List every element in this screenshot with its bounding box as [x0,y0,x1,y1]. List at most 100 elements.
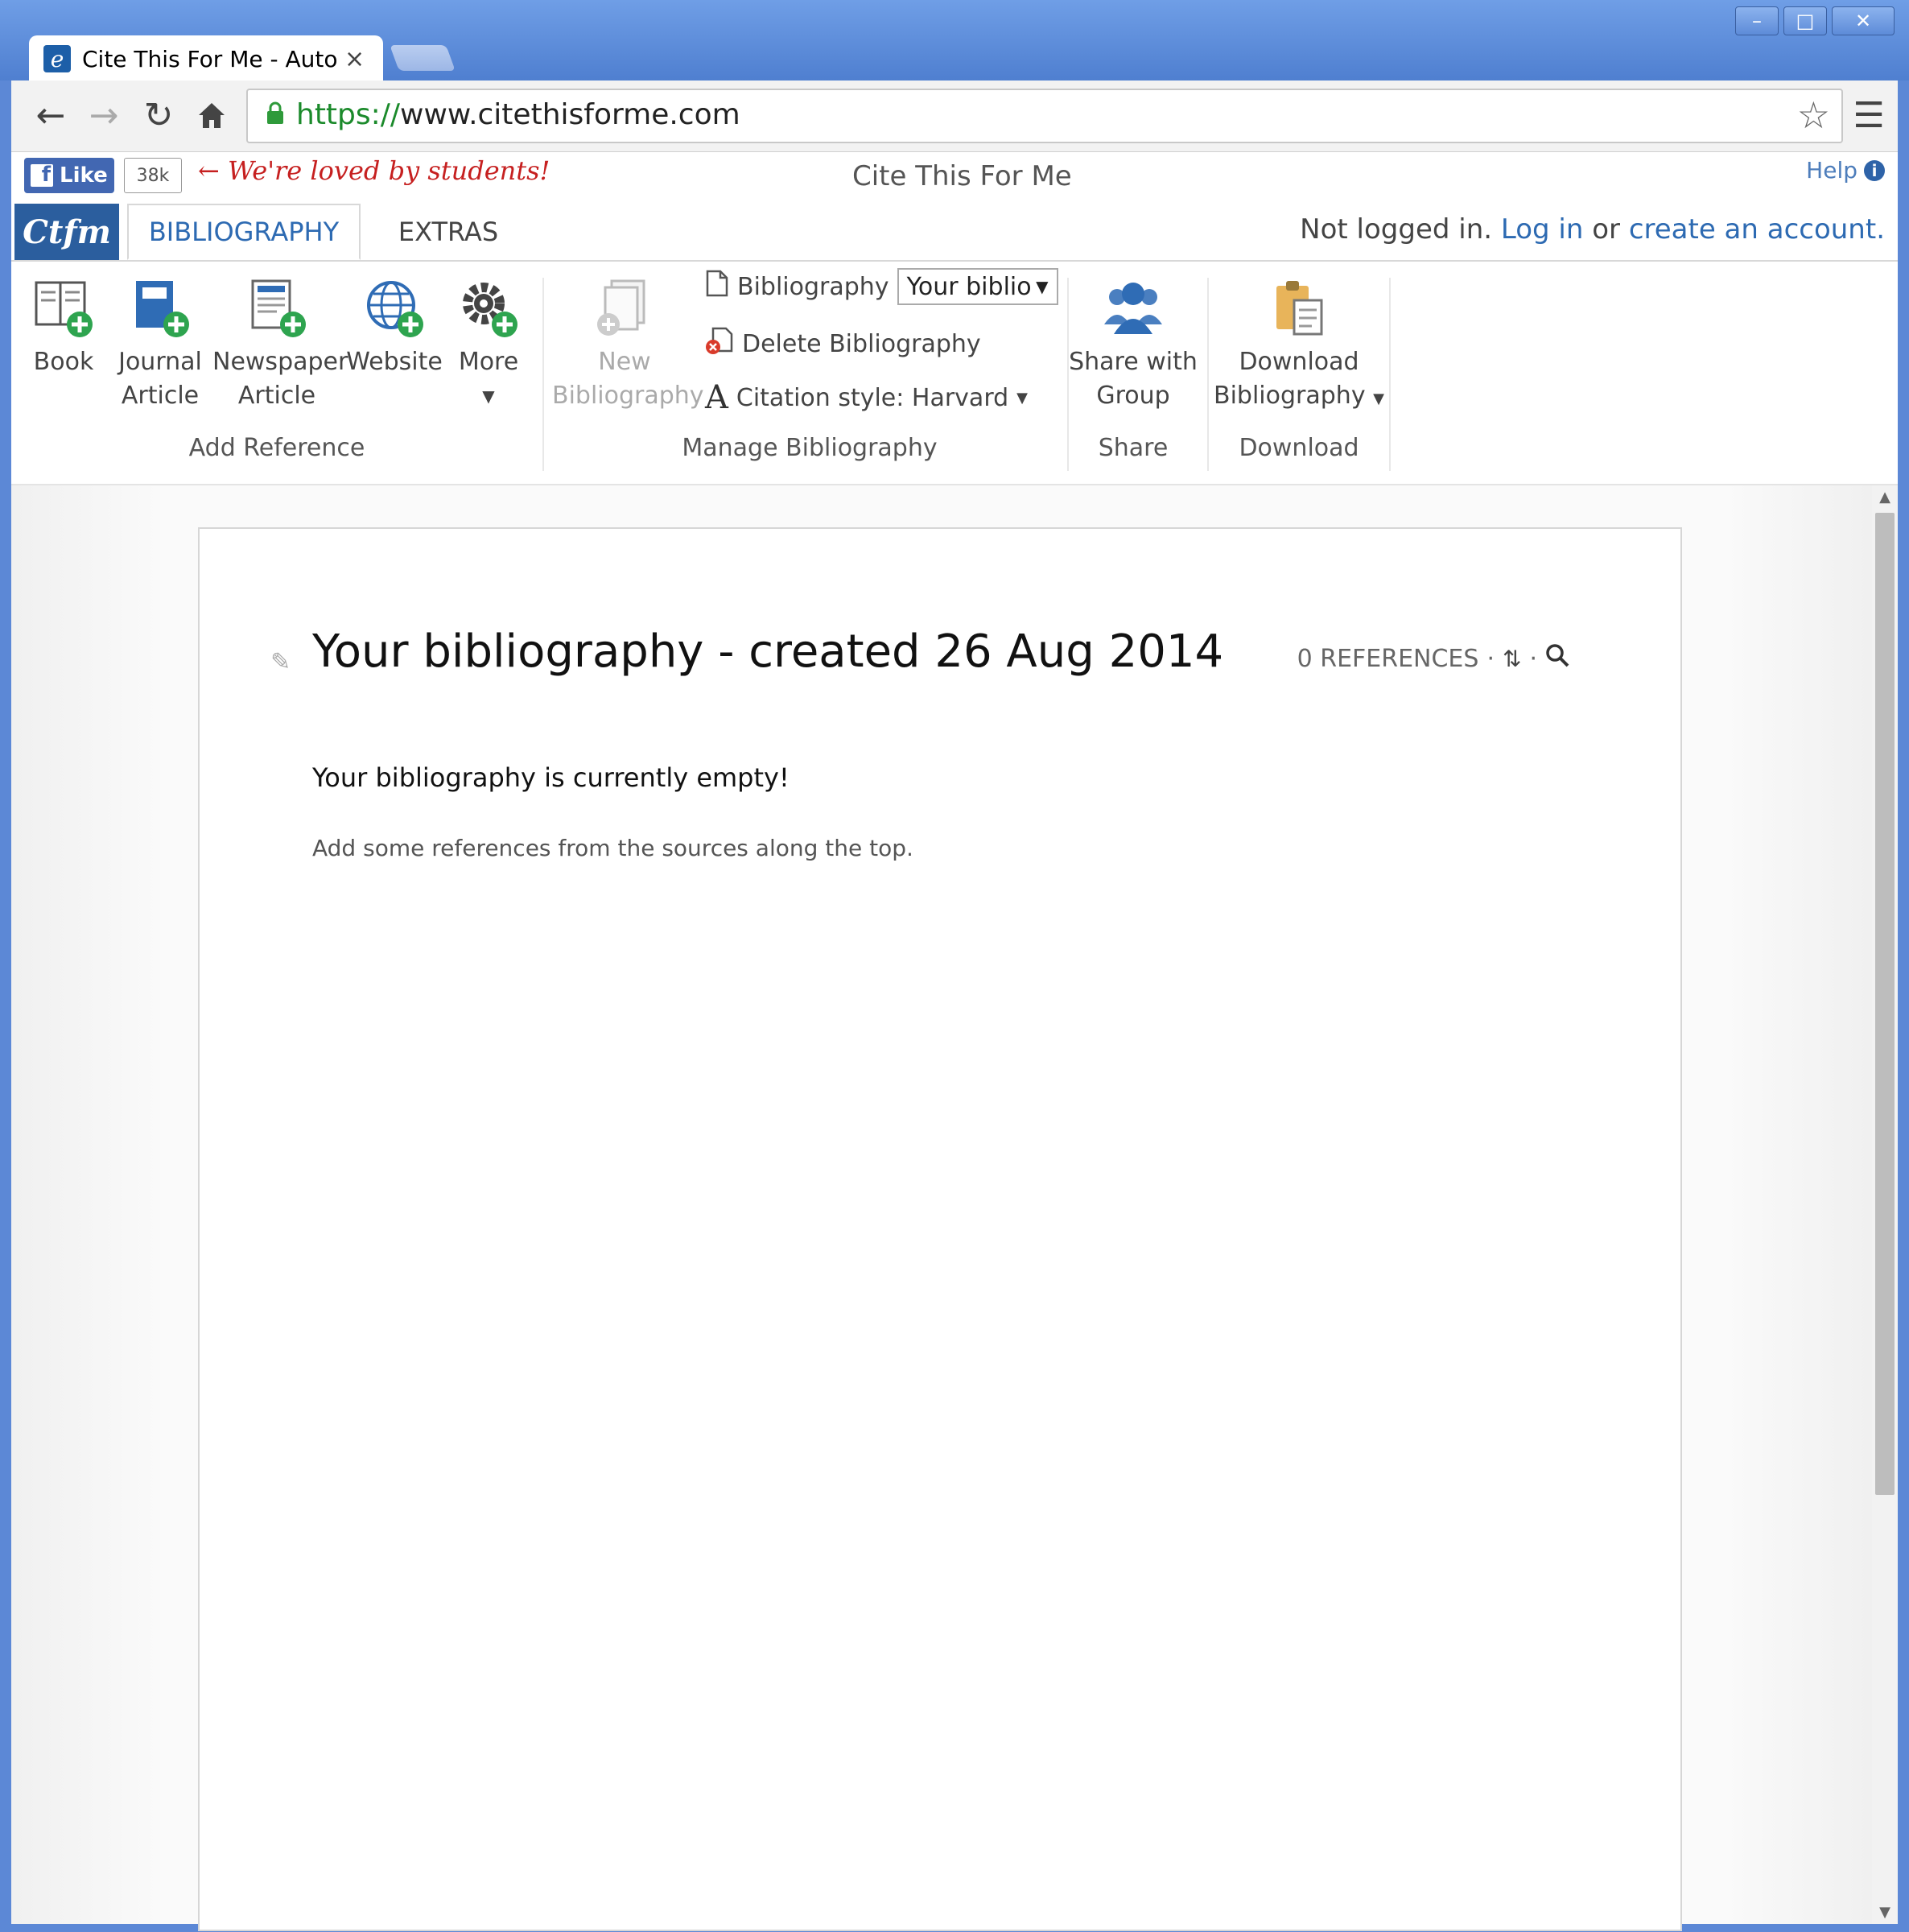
tab-extras[interactable]: EXTRAS [372,204,525,260]
facebook-like-label: Like [60,163,108,188]
lock-icon [266,101,285,126]
chevron-down-icon: ▼ [1036,277,1049,296]
login-status: Not logged in. Log in or create an accou… [1300,213,1885,246]
dot-separator: · [1486,644,1495,673]
facebook-icon: f [31,163,53,187]
ctfm-logo[interactable]: Ctfm [14,204,119,260]
bibliography-label: Bibliography [737,272,889,301]
group-separator [1207,278,1209,471]
window-frame-right [1898,80,1909,1932]
book-add-icon [31,276,96,341]
site-page: f Like 38k ← We're loved by students! Ci… [11,152,1898,1931]
bibliography-select[interactable]: Your biblio ▼ [897,268,1058,305]
new-tab-button[interactable] [390,45,456,71]
close-window-button[interactable]: ✕ [1832,6,1895,35]
delete-bibliography-button[interactable]: Delete Bibliography [705,326,981,361]
group-label-add-reference: Add Reference [188,434,365,462]
scroll-down-icon[interactable]: ▼ [1872,1904,1898,1921]
new-bibliography-label-line1: New [598,348,651,376]
add-journal-article-button[interactable]: Journal Article [118,276,203,413]
more-caret-icon: ▼ [482,386,495,406]
back-icon[interactable]: ← [27,92,74,138]
book-label: Book [33,348,94,376]
dot-separator: · [1529,644,1537,673]
facebook-like-button[interactable]: f Like [24,158,114,193]
tab-title: Cite This For Me - Automä [82,45,340,72]
maximize-button[interactable]: □ [1783,6,1827,35]
info-icon: i [1864,159,1885,181]
minimize-button[interactable]: – [1735,6,1779,35]
group-icon [1101,276,1165,341]
tab-close-button[interactable]: × [344,45,365,73]
newspaper-label-line1: Newspaper [212,348,348,376]
window-frame-left [0,80,11,1932]
group-separator [1389,278,1391,471]
share-with-group-button[interactable]: Share with Group [1069,276,1198,413]
facebook-like-count: 38k [124,158,182,193]
bookmark-star-icon[interactable]: ☆ [1797,93,1830,137]
delete-document-icon [705,326,734,361]
add-more-button[interactable]: More ▼ [451,276,526,413]
citation-style-button[interactable]: A Citation style: Harvard ▼ [705,379,1028,416]
journal-label-line2: Article [121,382,200,410]
website-label: Website [346,348,443,376]
pencil-edit-icon[interactable]: ✎ [270,648,291,676]
globe-add-icon [362,276,427,341]
references-count: 0 REFERENCES [1297,644,1479,673]
bibliography-select-value: Your biblio [906,272,1032,301]
sort-az-icon[interactable]: ⇅ [1503,646,1521,672]
login-status-text: Not logged in. [1300,213,1493,246]
address-bar[interactable]: https://www.citethisforme.com ☆ [246,89,1843,143]
empty-heading: Your bibliography is currently empty! [312,762,790,793]
font-style-icon: A [705,379,728,416]
url-text: https://www.citethisforme.com [296,98,740,131]
references-toolbar: 0 REFERENCES · ⇅ · [1297,643,1569,674]
delete-bibliography-label: Delete Bibliography [742,329,981,358]
scrollbar-thumb[interactable] [1875,513,1895,1495]
loved-by-students-text: ← We're loved by students! [198,155,550,186]
help-label: Help [1806,157,1857,184]
forward-icon[interactable]: → [80,92,127,138]
browser-menu-icon[interactable]: ☰ [1853,95,1885,136]
help-link[interactable]: Help i [1806,157,1885,184]
browser-tab[interactable]: e Cite This For Me - Automä × [29,35,383,82]
download-label-line1: Download [1239,348,1359,376]
browser-window: – □ ✕ e Cite This For Me - Automä × ← → … [0,0,1909,1932]
create-account-link[interactable]: create an account. [1629,213,1885,246]
share-label-line2: Group [1096,382,1170,410]
browser-toolbar: ← → ↻ https://www.citethisforme.com ☆ ☰ [11,80,1898,152]
search-icon[interactable] [1545,643,1569,674]
download-label-line2-wrap: Bibliography ▼ [1214,379,1384,416]
login-or-text: or [1592,213,1620,246]
download-label-line2: Bibliography [1214,382,1366,410]
group-label-download: Download [1239,434,1359,462]
scroll-up-icon[interactable]: ▲ [1872,489,1898,506]
add-newspaper-article-button[interactable]: Newspaper Article [212,276,348,413]
bibliography-title[interactable]: Your bibliography - created 26 Aug 2014 [312,625,1223,678]
bibliography-select-row: Bibliography Your biblio ▼ [705,268,1058,305]
add-book-button[interactable]: Book [27,276,100,379]
share-label-line1: Share with [1069,348,1198,376]
window-controls: – □ ✕ [1735,6,1895,35]
new-bibliography-label-line2: Bibliography [552,382,704,410]
new-document-icon [592,276,657,341]
vertical-scrollbar[interactable]: ▲ ▼ [1872,485,1898,1924]
journal-add-icon [128,276,192,341]
more-label: More [458,348,519,376]
site-title: Cite This For Me [852,160,1072,192]
citation-caret-icon: ▼ [1016,389,1029,407]
new-bibliography-button[interactable]: New Bibliography [552,276,704,413]
group-label-share: Share [1098,434,1169,462]
group-label-manage-bibliography: Manage Bibliography [682,434,938,462]
download-bibliography-button[interactable]: Download Bibliography ▼ [1214,276,1384,416]
clipboard-icon [1267,276,1331,341]
tab-bibliography[interactable]: BIBLIOGRAPHY [127,204,361,260]
favicon-icon: e [43,45,71,72]
journal-label-line1: Journal [118,348,202,376]
reload-icon[interactable]: ↻ [135,92,182,138]
home-icon[interactable] [188,92,235,138]
add-website-button[interactable]: Website [346,276,443,379]
log-in-link[interactable]: Log in [1501,213,1584,246]
newspaper-label-line2: Article [237,382,316,410]
document-icon [705,269,729,304]
